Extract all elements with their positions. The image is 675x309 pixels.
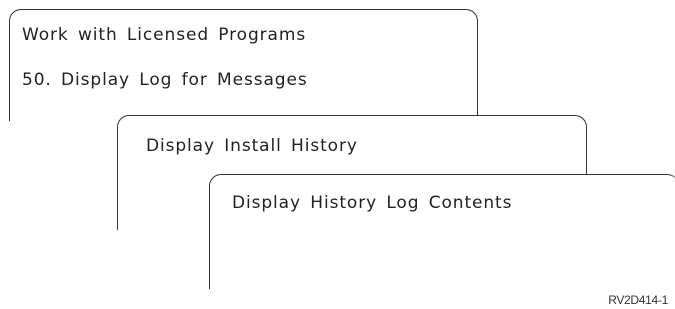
menu-option-display-log-for-messages: 50. Display Log for Messages [22,70,308,90]
figure-id-label: RV2D414-1 [608,293,668,307]
screen-title-display-install-history: Display Install History [146,136,358,156]
screen-work-with-licensed-programs: Work with Licensed Programs 50. Display … [9,9,478,121]
screen-title-display-history-log-contents: Display History Log Contents [232,193,513,213]
screen-title-work-with-licensed-programs: Work with Licensed Programs [22,25,307,45]
screen-display-history-log-contents: Display History Log Contents [209,174,675,289]
